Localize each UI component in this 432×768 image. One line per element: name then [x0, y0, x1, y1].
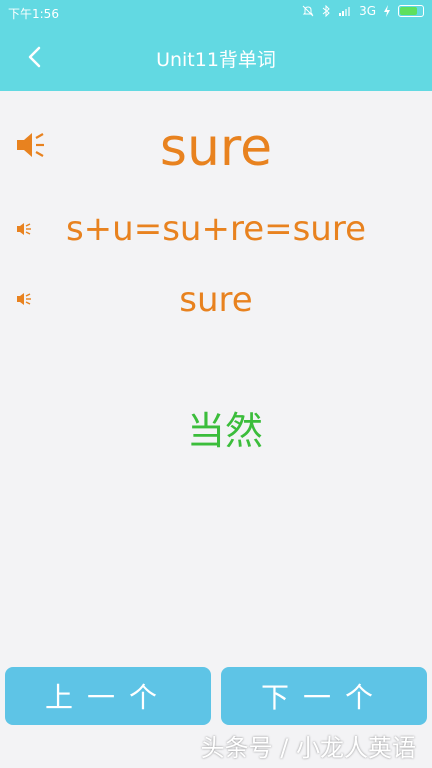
mute-icon: [302, 5, 314, 17]
battery-icon: [398, 5, 424, 17]
next-button[interactable]: 下一个: [221, 667, 427, 725]
header-bar: Unit11背单词: [0, 24, 432, 91]
status-icons: 3G: [302, 4, 424, 18]
signal-icon: [339, 7, 351, 16]
spelling-breakdown: s+u=su+re=sure: [65, 209, 367, 249]
word-text: sure: [159, 118, 273, 178]
network-type: 3G: [359, 4, 376, 18]
charging-icon: [384, 5, 390, 17]
status-bar: 下午1:56 3G: [0, 0, 432, 24]
previous-button[interactable]: 上一个: [5, 667, 211, 725]
phonetic-text: sure: [179, 280, 253, 320]
page-title: Unit11背单词: [156, 49, 276, 71]
bluetooth-icon: [322, 5, 330, 17]
battery-level: [400, 7, 418, 15]
status-time: 下午1:56: [8, 7, 59, 21]
watermark: 头条号 / 小龙人英语: [200, 734, 416, 762]
meaning-text: 当然: [186, 409, 263, 453]
